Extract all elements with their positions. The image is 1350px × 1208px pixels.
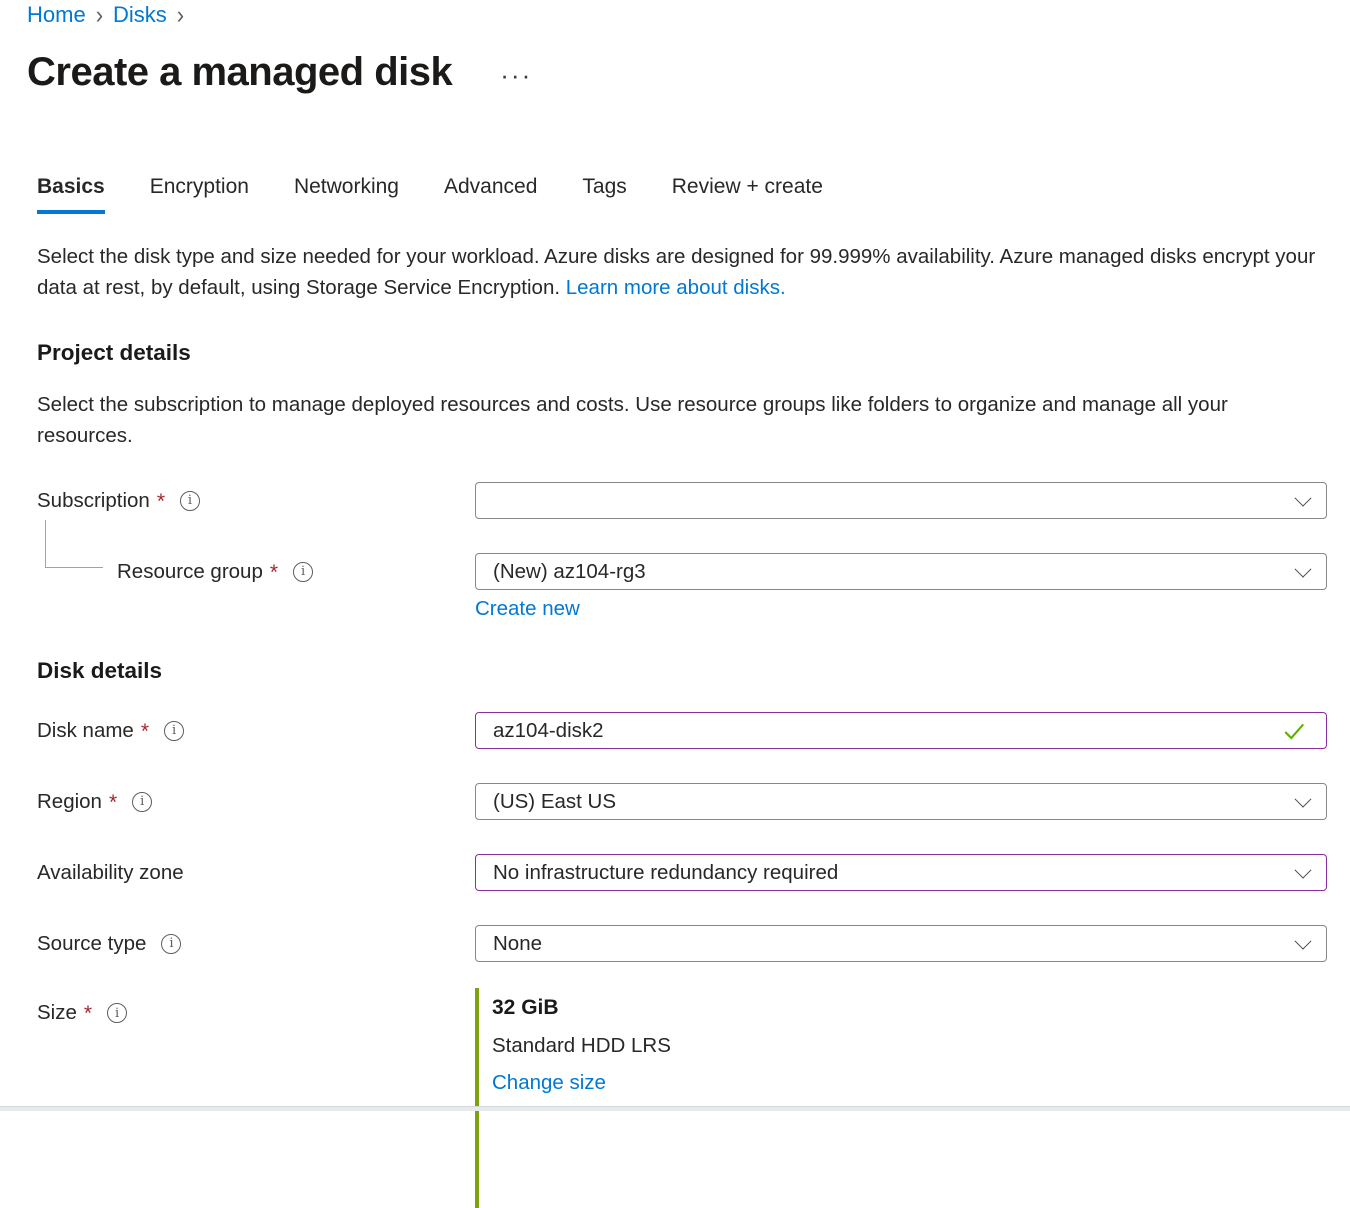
required-asterisk: * — [141, 720, 149, 744]
tab-bar: Basics Encryption Networking Advanced Ta… — [37, 175, 1327, 214]
change-size-link[interactable]: Change size — [492, 1071, 606, 1094]
subscription-label: Subscription * i — [37, 489, 475, 513]
source-type-dropdown[interactable]: None — [475, 925, 1327, 962]
tab-review-create[interactable]: Review + create — [672, 175, 823, 214]
disk-name-label: Disk name * i — [37, 719, 475, 743]
title-row: Create a managed disk ··· — [27, 49, 1327, 95]
availability-zone-label-text: Availability zone — [37, 861, 184, 885]
region-dropdown[interactable]: (US) East US — [475, 783, 1327, 820]
parent-child-connector-line — [45, 520, 103, 568]
section-heading-project-details: Project details — [37, 339, 1327, 367]
size-row: Size * i 32 GiB Standard HDD LRS Change … — [37, 988, 1327, 1208]
valid-check-icon — [1281, 718, 1309, 744]
create-new-row: Create new — [475, 597, 1327, 621]
disk-name-field-wrapper — [475, 712, 1327, 749]
intro-text: Select the disk type and size needed for… — [37, 241, 1327, 303]
learn-more-link[interactable]: Learn more about disks. — [566, 276, 786, 299]
required-asterisk: * — [109, 791, 117, 815]
subscription-label-text: Subscription — [37, 489, 150, 513]
source-type-label-text: Source type — [37, 932, 146, 956]
region-control: (US) East US — [475, 783, 1327, 820]
info-icon[interactable]: i — [132, 792, 152, 812]
size-sku: Standard HDD LRS — [492, 1034, 1327, 1058]
breadcrumb-home[interactable]: Home — [27, 2, 86, 28]
availability-zone-label: Availability zone — [37, 861, 475, 885]
required-asterisk: * — [157, 490, 165, 514]
required-asterisk: * — [270, 561, 278, 585]
subscription-dropdown[interactable] — [475, 482, 1327, 519]
subscription-control — [475, 482, 1327, 519]
tab-networking[interactable]: Networking — [294, 175, 399, 214]
source-type-control: None — [475, 925, 1327, 962]
size-value: 32 GiB — [492, 996, 1327, 1020]
section-heading-disk-details: Disk details — [37, 657, 1327, 685]
size-summary-block: 32 GiB Standard HDD LRS Change size — [475, 988, 1327, 1208]
chevron-right-icon: › — [96, 2, 103, 27]
tab-encryption[interactable]: Encryption — [150, 175, 249, 214]
tab-tags[interactable]: Tags — [582, 175, 626, 214]
breadcrumb: Home › Disks › — [27, 2, 1327, 28]
region-label: Region * i — [37, 790, 475, 814]
source-type-label: Source type i — [37, 932, 475, 956]
source-type-row: Source type i None — [37, 925, 1327, 962]
size-label-text: Size — [37, 1001, 77, 1025]
tab-advanced[interactable]: Advanced — [444, 175, 537, 214]
availability-zone-value: No infrastructure redundancy required — [493, 861, 838, 885]
bottom-scrollbar-track[interactable] — [0, 1106, 1350, 1111]
chevron-down-icon — [1295, 861, 1312, 878]
chevron-right-icon: › — [177, 2, 184, 27]
availability-zone-row: Availability zone No infrastructure redu… — [37, 854, 1327, 891]
disk-name-input[interactable] — [493, 719, 1281, 743]
resource-group-control: (New) az104-rg3 — [475, 553, 1327, 590]
resource-group-label-text: Resource group — [117, 560, 263, 584]
info-icon[interactable]: i — [107, 1003, 127, 1023]
chevron-down-icon — [1295, 790, 1312, 807]
chevron-down-icon — [1295, 560, 1312, 577]
info-icon[interactable]: i — [293, 562, 313, 582]
more-options-icon[interactable]: ··· — [500, 65, 532, 85]
tab-basics[interactable]: Basics — [37, 175, 105, 214]
required-asterisk: * — [84, 1002, 92, 1026]
region-row: Region * i (US) East US — [37, 783, 1327, 820]
disk-name-row: Disk name * i — [37, 712, 1327, 749]
size-label: Size * i — [37, 988, 475, 1025]
page-title: Create a managed disk — [27, 49, 452, 95]
disk-name-control — [475, 712, 1327, 749]
resource-group-row: Resource group * i (New) az104-rg3 — [37, 553, 1327, 590]
create-managed-disk-page: Home › Disks › Create a managed disk ···… — [0, 0, 1350, 1208]
availability-zone-dropdown[interactable]: No infrastructure redundancy required — [475, 854, 1327, 891]
disk-name-label-text: Disk name — [37, 719, 134, 743]
source-type-value: None — [493, 932, 542, 956]
region-value: (US) East US — [493, 790, 616, 814]
info-icon[interactable]: i — [180, 491, 200, 511]
chevron-down-icon — [1295, 489, 1312, 506]
region-label-text: Region — [37, 790, 102, 814]
resource-group-value: (New) az104-rg3 — [493, 560, 646, 584]
info-icon[interactable]: i — [164, 721, 184, 741]
breadcrumb-disks[interactable]: Disks — [113, 2, 167, 28]
chevron-down-icon — [1295, 932, 1312, 949]
info-icon[interactable]: i — [161, 934, 181, 954]
create-new-link[interactable]: Create new — [475, 597, 580, 620]
subscription-row: Subscription * i — [37, 482, 1327, 519]
project-details-description: Select the subscription to manage deploy… — [37, 389, 1317, 451]
resource-group-dropdown[interactable]: (New) az104-rg3 — [475, 553, 1327, 590]
availability-zone-control: No infrastructure redundancy required — [475, 854, 1327, 891]
size-control: 32 GiB Standard HDD LRS Change size — [475, 988, 1327, 1208]
basics-form: Subscription * i Resource group * i — [37, 482, 1327, 1208]
